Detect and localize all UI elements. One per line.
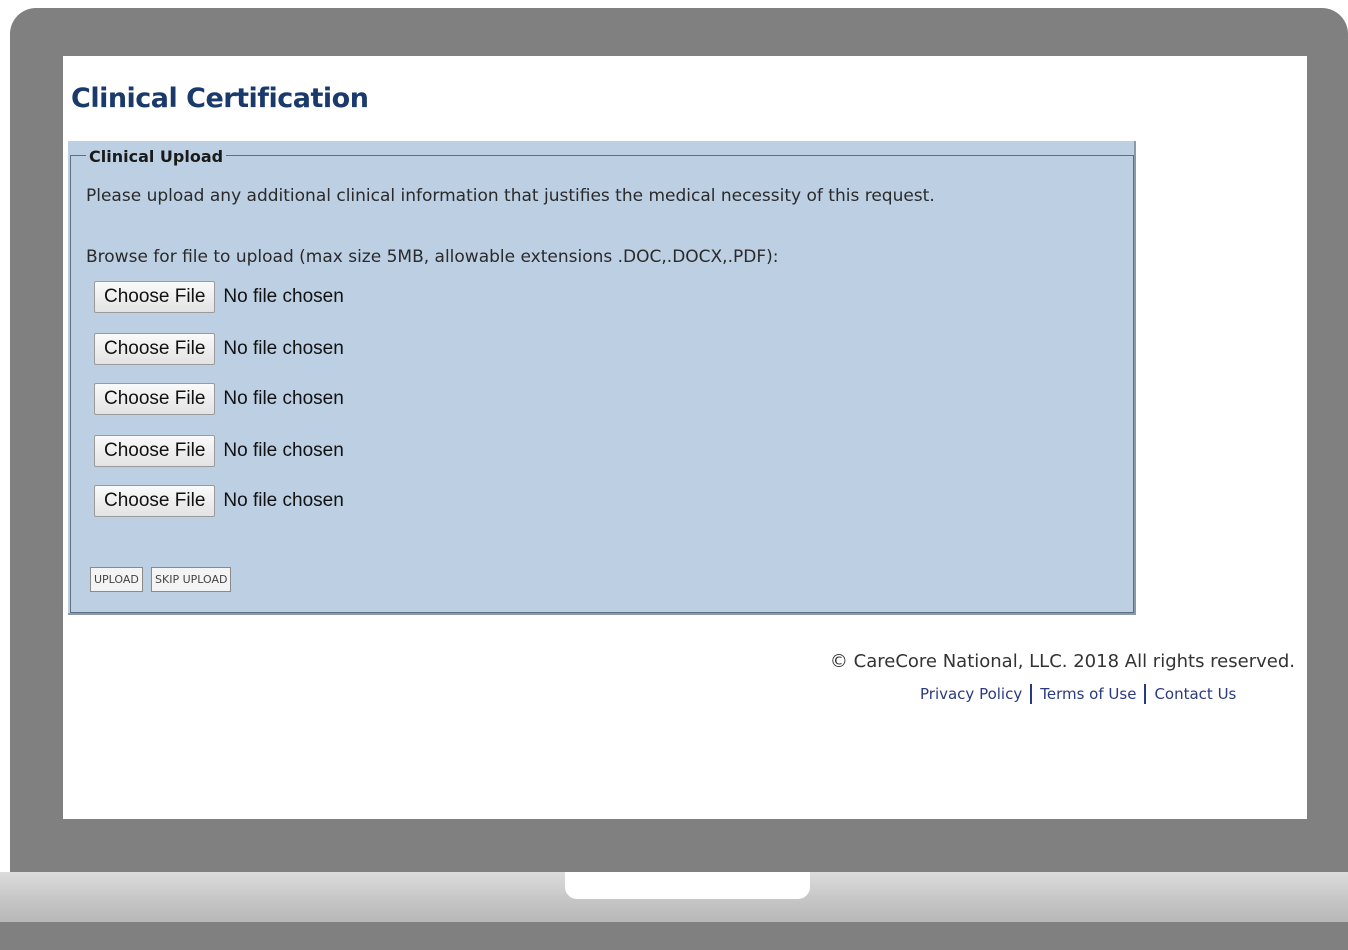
file-input-4[interactable]: Choose File No file chosen [94, 435, 344, 467]
file-status: No file chosen [223, 338, 344, 359]
choose-file-button[interactable]: Choose File [94, 435, 216, 467]
file-input-1[interactable]: Choose File No file chosen [94, 281, 344, 313]
file-status: No file chosen [223, 388, 344, 409]
terms-of-use-link[interactable]: Terms of Use [1040, 685, 1136, 703]
browser-screen: Clinical Certification Clinical Upload P… [63, 56, 1307, 819]
clinical-upload-legend: Clinical Upload [86, 147, 227, 166]
choose-file-button[interactable]: Choose File [94, 333, 216, 365]
choose-file-button[interactable]: Choose File [94, 485, 216, 517]
contact-us-link[interactable]: Contact Us [1154, 685, 1236, 703]
browse-label: Browse for file to upload (max size 5MB,… [86, 247, 779, 267]
choose-file-button[interactable]: Choose File [94, 281, 216, 313]
file-status: No file chosen [223, 490, 344, 511]
file-status: No file chosen [223, 286, 344, 307]
file-input-5[interactable]: Choose File No file chosen [94, 485, 344, 517]
link-separator [1030, 684, 1033, 704]
file-status: No file chosen [223, 440, 344, 461]
upload-instruction: Please upload any additional clinical in… [86, 186, 935, 206]
link-separator [1144, 684, 1147, 704]
footer-links: Privacy Policy Terms of Use Contact Us [920, 684, 1236, 704]
skip-upload-button[interactable]: SKIP UPLOAD [151, 567, 232, 592]
privacy-policy-link[interactable]: Privacy Policy [920, 685, 1022, 703]
page-title: Clinical Certification [71, 83, 369, 114]
clinical-upload-panel: Clinical Upload [68, 141, 1136, 615]
laptop-footer [0, 922, 1348, 950]
file-input-3[interactable]: Choose File No file chosen [94, 383, 344, 415]
file-input-2[interactable]: Choose File No file chosen [94, 333, 344, 365]
choose-file-button[interactable]: Choose File [94, 383, 216, 415]
copyright-text: © CareCore National, LLC. 2018 All right… [829, 651, 1295, 672]
upload-button[interactable]: UPLOAD [90, 567, 143, 592]
laptop-notch [565, 872, 810, 899]
